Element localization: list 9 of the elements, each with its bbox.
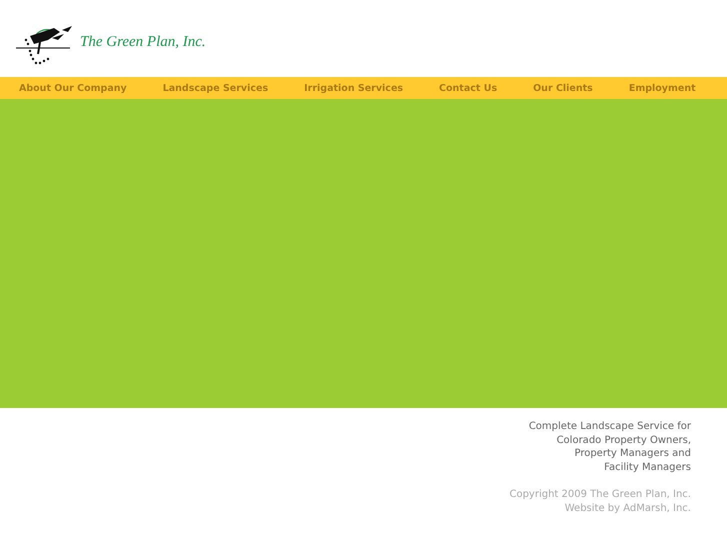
nav-link[interactable]: About Our Company (19, 82, 127, 94)
nav-link[interactable]: Landscape Services (162, 82, 268, 94)
nav-link[interactable]: Our Clients (533, 82, 593, 94)
tagline: Complete Landscape Service for Colorado Property Owners, Property Managers and Facility Managers (528, 420, 691, 475)
nav-link[interactable]: Irrigation Services (304, 82, 404, 94)
company-name: The Green Plan, Inc. (80, 34, 206, 51)
nav-link[interactable]: Contact Us (439, 82, 498, 94)
nav-link[interactable]: Employment (628, 82, 696, 94)
credits: Copyright 2009 The Green Plan, Inc. Website by AdMarsh, Inc. (508, 488, 691, 516)
